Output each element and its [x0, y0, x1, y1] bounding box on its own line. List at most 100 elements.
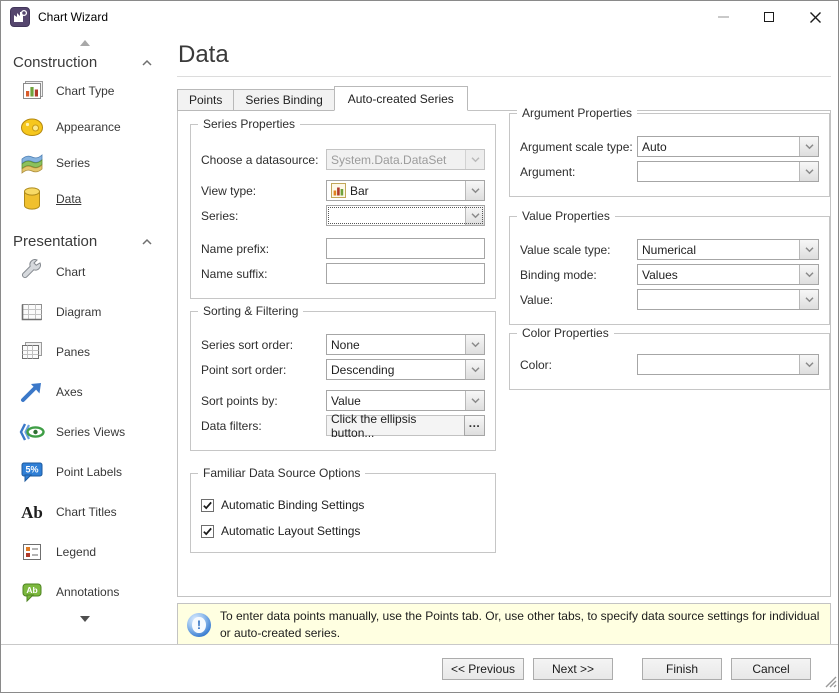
series-sort-order-combobox[interactable]: None	[326, 334, 485, 355]
dropdown-button[interactable]	[465, 181, 484, 200]
data-filters-row: Data filters: Click the ellipsis button.…	[201, 415, 485, 436]
sidebar-item-label: Chart Titles	[56, 505, 117, 519]
argument-scale-type-combobox[interactable]: Auto	[637, 136, 819, 157]
chart-type-icon	[17, 79, 47, 103]
resize-grip[interactable]	[823, 674, 837, 691]
dropdown-button[interactable]	[799, 240, 818, 259]
sidebar-item-chart[interactable]: Chart	[1, 252, 168, 292]
color-combobox[interactable]	[637, 354, 819, 375]
sidebar-item-panes[interactable]: Panes	[1, 332, 168, 372]
chevron-up-icon	[141, 238, 153, 246]
sidebar-item-point-labels[interactable]: 5% Point Labels	[1, 452, 168, 492]
window-controls	[700, 1, 838, 33]
info-icon: !	[187, 613, 211, 637]
chevron-down-icon	[470, 366, 481, 373]
sidebar-item-series[interactable]: Series	[1, 145, 168, 181]
value-scale-type-combobox[interactable]: Numerical	[637, 239, 819, 260]
wrench-icon	[17, 259, 47, 285]
finish-button[interactable]: Finish	[642, 658, 722, 680]
dropdown-button[interactable]	[799, 162, 818, 181]
tab-points[interactable]: Points	[177, 89, 234, 111]
dropdown-button[interactable]	[465, 360, 484, 379]
ellipsis-button[interactable]: ...	[464, 415, 485, 436]
automatic-binding-checkbox-row[interactable]: Automatic Binding Settings	[201, 498, 485, 512]
chevron-down-icon	[804, 168, 815, 175]
sidebar-item-label: Series Views	[56, 425, 125, 439]
field-label: Value scale type:	[520, 243, 637, 257]
previous-button[interactable]: << Previous	[442, 658, 524, 680]
sidebar-item-label: Annotations	[56, 585, 119, 599]
title-divider	[177, 76, 831, 77]
dropdown-button[interactable]	[799, 290, 818, 309]
dialog-body: Construction C	[1, 33, 838, 644]
binding-mode-combobox[interactable]: Values	[637, 264, 819, 285]
value-combobox[interactable]	[637, 289, 819, 310]
sidebar-item-legend[interactable]: Legend	[1, 532, 168, 572]
wizard-page: Data Points Series Binding Auto-created …	[168, 33, 838, 644]
maximize-button[interactable]	[746, 1, 792, 33]
data-filters-value: Click the ellipsis button...	[326, 415, 464, 436]
automatic-layout-checkbox-row[interactable]: Automatic Layout Settings	[201, 524, 485, 538]
dropdown-button[interactable]	[799, 265, 818, 284]
point-sort-row: Point sort order: Descending	[201, 359, 485, 380]
field-label: Series:	[201, 209, 326, 223]
scroll-down-icon[interactable]	[80, 616, 90, 622]
checkbox-checked[interactable]	[201, 499, 214, 512]
tab-series-binding[interactable]: Series Binding	[233, 89, 334, 111]
dropdown-button[interactable]	[465, 391, 484, 410]
sidebar-item-axes[interactable]: Axes	[1, 372, 168, 412]
check-icon	[202, 526, 213, 537]
sidebar-item-data[interactable]: Data	[1, 181, 168, 217]
name-prefix-row: Name prefix:	[201, 238, 485, 259]
sidebar-item-appearance[interactable]: Appearance	[1, 109, 168, 145]
chevron-down-icon	[470, 212, 481, 219]
name-prefix-input[interactable]	[326, 238, 485, 259]
sidebar-item-series-views[interactable]: Series Views	[1, 412, 168, 452]
field-label: Data filters:	[201, 419, 326, 433]
field-label: Name suffix:	[201, 267, 326, 281]
sidebar-section-presentation[interactable]: Presentation	[13, 233, 153, 250]
series-combobox[interactable]	[326, 205, 485, 226]
next-button[interactable]: Next >>	[533, 658, 613, 680]
sidebar-item-diagram[interactable]: Diagram	[1, 292, 168, 332]
combobox-value: Values	[638, 265, 799, 284]
name-suffix-input[interactable]	[326, 263, 485, 284]
sort-points-by-combobox[interactable]: Value	[326, 390, 485, 411]
sidebar-item-label: Series	[56, 156, 90, 170]
group-title: Familiar Data Source Options	[198, 466, 365, 480]
cancel-button[interactable]: Cancel	[731, 658, 811, 680]
checkbox-checked[interactable]	[201, 525, 214, 538]
svg-text:Ab: Ab	[26, 585, 37, 595]
checkbox-label: Automatic Binding Settings	[221, 498, 364, 512]
combobox-value: System.Data.DataSet	[327, 150, 465, 169]
view-type-combobox[interactable]: Bar	[326, 180, 485, 201]
argument-scale-type-row: Argument scale type: Auto	[520, 136, 819, 157]
familiar-options-group: Familiar Data Source Options Automatic B…	[190, 473, 496, 553]
right-column: Argument Properties Argument scale type:…	[509, 111, 830, 584]
group-title: Series Properties	[198, 117, 300, 131]
page-title: Data	[178, 41, 831, 69]
sidebar-item-chart-titles[interactable]: Ab Chart Titles	[1, 492, 168, 532]
scroll-up-icon[interactable]	[80, 40, 90, 46]
dropdown-button[interactable]	[465, 335, 484, 354]
binding-mode-row: Binding mode: Values	[520, 264, 819, 285]
series-properties-group: Series Properties Choose a datasource: S…	[190, 124, 496, 299]
sidebar-item-chart-type[interactable]: Chart Type	[1, 73, 168, 109]
point-sort-order-combobox[interactable]: Descending	[326, 359, 485, 380]
chevron-down-icon	[804, 143, 815, 150]
dropdown-button[interactable]	[799, 137, 818, 156]
sidebar-section-construction[interactable]: Construction	[13, 54, 153, 71]
tab-auto-created-series[interactable]: Auto-created Series	[334, 86, 468, 111]
dropdown-button[interactable]	[799, 355, 818, 374]
dropdown-button[interactable]	[465, 206, 484, 225]
diagram-icon	[17, 300, 47, 324]
minimize-button[interactable]	[700, 1, 746, 33]
argument-combobox[interactable]	[637, 161, 819, 182]
annotations-icon: Ab	[17, 580, 47, 604]
field-label: Point sort order:	[201, 363, 326, 377]
close-button[interactable]	[792, 1, 838, 33]
field-label: Name prefix:	[201, 242, 326, 256]
tab-strip: Points Series Binding Auto-created Serie…	[177, 86, 831, 111]
sidebar-item-annotations[interactable]: Ab Annotations	[1, 572, 168, 612]
info-bar: ! To enter data points manually, use the…	[177, 603, 831, 647]
